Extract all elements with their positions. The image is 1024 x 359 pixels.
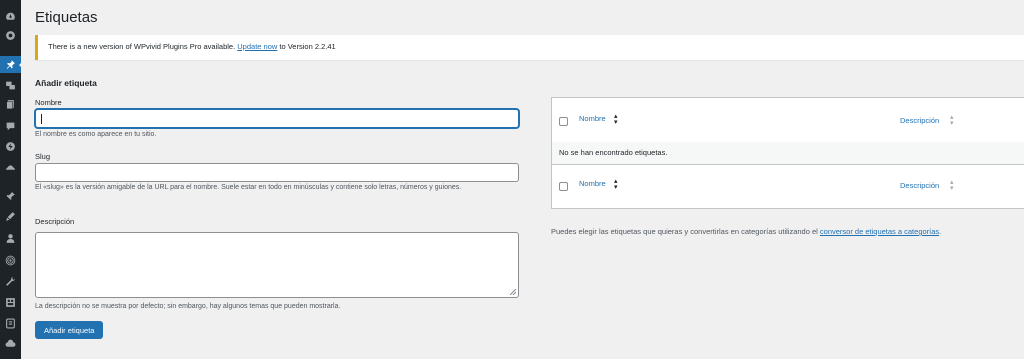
- add-tag-heading: Añadir etiqueta: [35, 78, 97, 88]
- add-tag-button[interactable]: Añadir etiqueta: [35, 321, 104, 339]
- select-all-checkbox-footer[interactable]: [559, 182, 568, 191]
- cloud-icon[interactable]: [4, 337, 17, 350]
- forms-icon[interactable]: [4, 317, 17, 330]
- admin-sidebar: [0, 0, 24, 359]
- sort-arrows-icon[interactable]: ▴ ▾: [614, 113, 618, 126]
- plugin-brand-icon[interactable]: [4, 140, 17, 153]
- pin-icon: [4, 58, 17, 71]
- name-input[interactable]: [35, 109, 519, 128]
- notice-text: There is a new version of WPvivid Plugin…: [48, 42, 238, 51]
- users-icon[interactable]: [4, 232, 17, 245]
- plugins-icon[interactable]: [4, 190, 17, 203]
- page-title: Etiquetas: [35, 9, 98, 26]
- sort-arrows-icon[interactable]: ▴ ▾: [950, 114, 954, 127]
- table-footer: Nombre ▴ ▾ Descripción ▴ ▾: [552, 164, 1024, 209]
- sort-arrows-icon[interactable]: ▴ ▾: [950, 179, 954, 192]
- appearance-icon[interactable]: [4, 210, 17, 223]
- description-label: Descripción: [35, 217, 75, 226]
- help-text-after: .: [939, 227, 942, 236]
- description-textarea[interactable]: [35, 232, 519, 298]
- comments-icon[interactable]: [4, 120, 17, 133]
- sidebar-item-active[interactable]: [0, 56, 21, 73]
- media-icon[interactable]: [4, 79, 17, 92]
- column-description-footer[interactable]: Descripción: [900, 181, 939, 190]
- feedback-icon[interactable]: [4, 160, 17, 173]
- active-indicator: [19, 60, 24, 70]
- table-header: Nombre ▴ ▾ Descripción ▴ ▾: [552, 98, 1024, 143]
- help-text-before: Puedes elegir las etiquetas que quieras …: [551, 227, 820, 236]
- description-hint: La descripción no se muestra por defecto…: [35, 303, 341, 310]
- select-all-checkbox[interactable]: [559, 117, 568, 126]
- name-label: Nombre: [35, 98, 62, 107]
- sort-arrows-icon[interactable]: ▴ ▾: [614, 178, 618, 191]
- notice-version-text: to Version 2.2.41: [277, 42, 336, 51]
- update-now-link[interactable]: Update now: [237, 42, 277, 51]
- column-name-header[interactable]: Nombre: [579, 114, 606, 123]
- settings-icon[interactable]: [4, 296, 17, 309]
- slug-label: Slug: [35, 152, 51, 161]
- slug-hint: El «slug» es la versión amigable de la U…: [35, 184, 462, 191]
- column-name-footer[interactable]: Nombre: [579, 179, 606, 188]
- pages-icon[interactable]: [4, 98, 17, 111]
- resize-handle[interactable]: [510, 289, 516, 295]
- slug-input[interactable]: [35, 163, 519, 182]
- tools-icon[interactable]: [4, 275, 17, 288]
- column-description-header[interactable]: Descripción: [900, 116, 939, 125]
- tag-converter-link[interactable]: conversor de etiquetas a categorías: [820, 227, 939, 236]
- update-notice: There is a new version of WPvivid Plugin…: [35, 35, 1024, 60]
- name-hint: El nombre es como aparece en tu sitio.: [35, 131, 157, 138]
- fingerprint-icon[interactable]: [4, 254, 17, 267]
- text-caret: [41, 114, 42, 124]
- wpvivid-icon[interactable]: [4, 29, 17, 42]
- tags-table: Nombre ▴ ▾ Descripción ▴ ▾ No se han encon…: [551, 97, 1024, 209]
- dashboard-icon[interactable]: [4, 10, 17, 23]
- empty-row-message: No se han encontrado etiquetas.: [552, 142, 1024, 164]
- tag-converter-help: Puedes elegir las etiquetas que quieras …: [551, 227, 941, 236]
